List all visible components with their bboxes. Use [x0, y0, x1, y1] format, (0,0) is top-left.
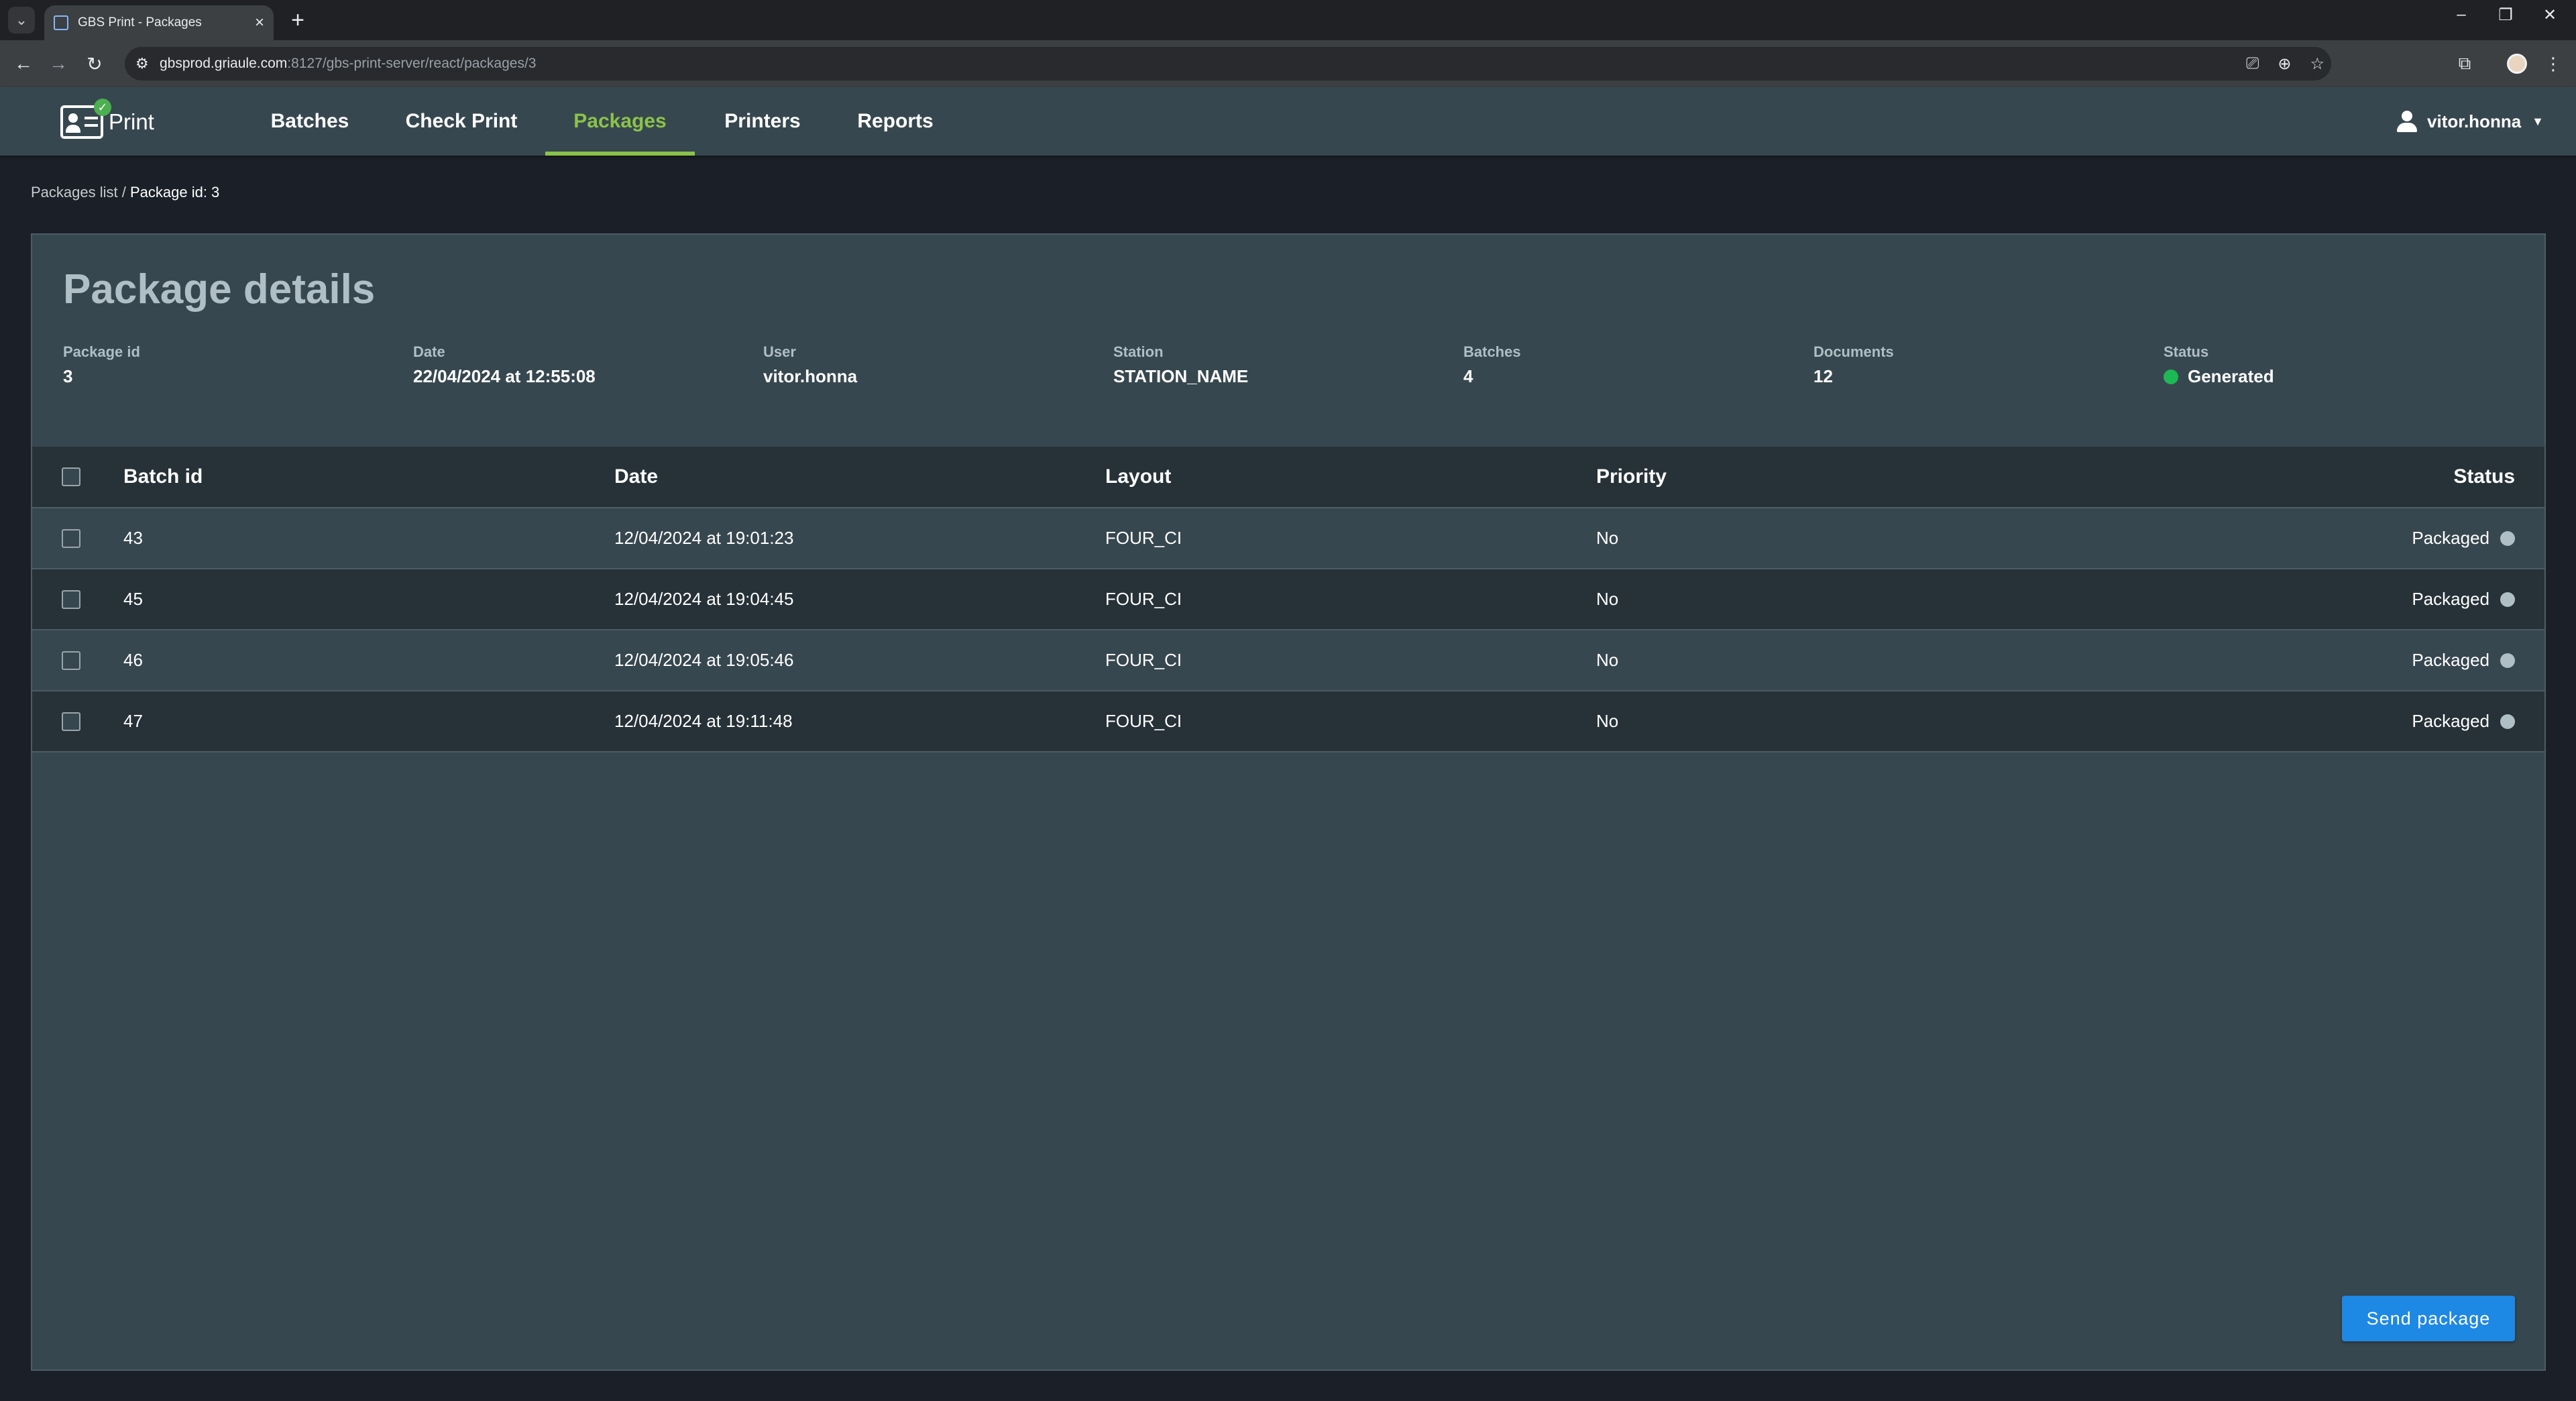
row-checkbox[interactable] — [62, 712, 80, 731]
favicon-icon — [54, 15, 68, 30]
check-icon: ✓ — [94, 99, 111, 116]
site-info-icon[interactable]: ⚙ — [135, 56, 150, 71]
breadcrumb-current: Package id: 3 — [129, 184, 220, 201]
forward-icon[interactable]: → — [44, 50, 72, 78]
select-all-checkbox[interactable] — [62, 467, 80, 486]
window-close-icon[interactable]: ✕ — [2530, 5, 2570, 25]
browser-toolbar: ← → ↻ ⚙ gbsprod.griaule.com:8127/gbs-pri… — [0, 40, 2576, 87]
logo-text: Print — [109, 109, 154, 134]
cell-date: 12/04/2024 at 19:04:45 — [614, 589, 794, 609]
status-dot-icon — [2500, 530, 2515, 546]
cell-status: Packaged — [2412, 630, 2515, 690]
status-text: Generated — [2188, 366, 2274, 386]
extensions-icon[interactable]: ⧉ — [2451, 50, 2479, 78]
status-dot-icon — [2500, 653, 2515, 668]
meta-user: User vitor.honna — [763, 343, 858, 386]
cell-date: 12/04/2024 at 19:01:23 — [614, 528, 794, 548]
user-menu[interactable]: vitor.honna ▼ — [2395, 87, 2544, 156]
meta-station: Station STATION_NAME — [1113, 343, 1249, 386]
reload-icon[interactable]: ↻ — [80, 50, 109, 78]
row-checkbox[interactable] — [62, 528, 80, 548]
browser-tabstrip: ⌄ GBS Print - Packages × + – ❐ ✕ — [0, 0, 2576, 40]
cell-status: Packaged — [2412, 569, 2515, 629]
meta-date: Date 22/04/2024 at 12:55:08 — [413, 343, 596, 386]
cell-priority: No — [1596, 711, 1619, 731]
user-name: vitor.honna — [2427, 111, 2522, 131]
tab-close-icon[interactable]: × — [255, 13, 264, 32]
cell-layout: FOUR_CI — [1105, 650, 1182, 670]
meta-documents: Documents 12 — [1813, 343, 1894, 386]
minimize-icon[interactable]: – — [2441, 5, 2481, 24]
status-dot-icon — [2500, 592, 2515, 607]
url-text: gbsprod.griaule.com:8127/gbs-print-serve… — [160, 56, 537, 71]
meta-status: Status Generated — [2164, 343, 2274, 386]
cell-batch-id: 43 — [123, 528, 143, 548]
page-title: Package details — [63, 266, 376, 313]
cell-batch-id: 47 — [123, 711, 143, 731]
browser-tab[interactable]: GBS Print - Packages × — [44, 5, 274, 40]
package-details-card: Package details Package id 3 Date 22/04/… — [31, 233, 2546, 1371]
header-date[interactable]: Date — [614, 447, 658, 507]
app-logo[interactable]: ✓ Print — [60, 99, 154, 144]
table-row[interactable]: 45 12/04/2024 at 19:04:45 FOUR_CI No Pac… — [32, 569, 2544, 630]
row-checkbox[interactable] — [62, 590, 80, 609]
cell-batch-id: 46 — [123, 650, 143, 670]
caret-down-icon: ▼ — [2532, 114, 2544, 128]
nav-batches[interactable]: Batches — [255, 87, 365, 156]
breadcrumb-packages-list[interactable]: Packages list — [31, 184, 118, 201]
cell-priority: No — [1596, 650, 1619, 670]
back-icon[interactable]: ← — [9, 50, 38, 78]
status-badge — [2164, 369, 2178, 384]
cell-date: 12/04/2024 at 19:11:48 — [614, 711, 793, 731]
install-app-icon[interactable]: ⎚ — [2246, 54, 2259, 73]
tab-search-icon[interactable]: ⌄ — [8, 7, 35, 34]
table-row[interactable]: 47 12/04/2024 at 19:11:48 FOUR_CI No Pac… — [32, 691, 2544, 752]
send-package-button[interactable]: Send package — [2342, 1296, 2515, 1341]
bookmark-star-icon[interactable]: ☆ — [2310, 54, 2325, 74]
cell-priority: No — [1596, 528, 1619, 548]
user-icon — [2395, 109, 2419, 133]
cell-layout: FOUR_CI — [1105, 528, 1182, 548]
meta-batches: Batches 4 — [1463, 343, 1521, 386]
header-batch-id[interactable]: Batch id — [123, 447, 203, 507]
row-checkbox[interactable] — [62, 651, 80, 670]
browser-menu-icon[interactable]: ⋮ — [2539, 50, 2567, 78]
nav-reports[interactable]: Reports — [845, 87, 946, 156]
cell-priority: No — [1596, 589, 1619, 609]
header-priority[interactable]: Priority — [1596, 447, 1667, 507]
app-header: ✓ Print Batches Check Print Packages Pri… — [0, 87, 2576, 156]
cell-date: 12/04/2024 at 19:05:46 — [614, 650, 794, 670]
batches-table: Batch id Date Layout Priority Status 43 … — [32, 447, 2544, 752]
cell-status: Packaged — [2412, 691, 2515, 751]
breadcrumb: Packages list / Package id: 3 — [31, 184, 220, 201]
table-header: Batch id Date Layout Priority Status — [32, 447, 2544, 508]
nav-packages[interactable]: Packages — [545, 87, 695, 156]
new-tab-icon[interactable]: + — [284, 7, 311, 34]
restore-icon[interactable]: ❐ — [2485, 5, 2526, 25]
cell-batch-id: 45 — [123, 589, 143, 609]
id-card-icon: ✓ — [60, 99, 111, 139]
table-row[interactable]: 43 12/04/2024 at 19:01:23 FOUR_CI No Pac… — [32, 508, 2544, 569]
meta-package-id: Package id 3 — [63, 343, 140, 386]
header-layout[interactable]: Layout — [1105, 447, 1171, 507]
status-dot-icon — [2500, 714, 2515, 729]
cell-layout: FOUR_CI — [1105, 711, 1182, 731]
table-row[interactable]: 46 12/04/2024 at 19:05:46 FOUR_CI No Pac… — [32, 630, 2544, 691]
nav-check-print[interactable]: Check Print — [394, 87, 528, 156]
cell-layout: FOUR_CI — [1105, 589, 1182, 609]
address-bar[interactable]: ⚙ gbsprod.griaule.com:8127/gbs-print-ser… — [125, 47, 2331, 80]
zoom-icon[interactable]: ⊕ — [2278, 54, 2291, 74]
cell-status: Packaged — [2412, 508, 2515, 568]
tab-title: GBS Print - Packages — [78, 15, 202, 30]
nav-printers[interactable]: Printers — [712, 87, 813, 156]
header-status[interactable]: Status — [2453, 447, 2515, 507]
profile-avatar[interactable] — [2503, 50, 2531, 78]
